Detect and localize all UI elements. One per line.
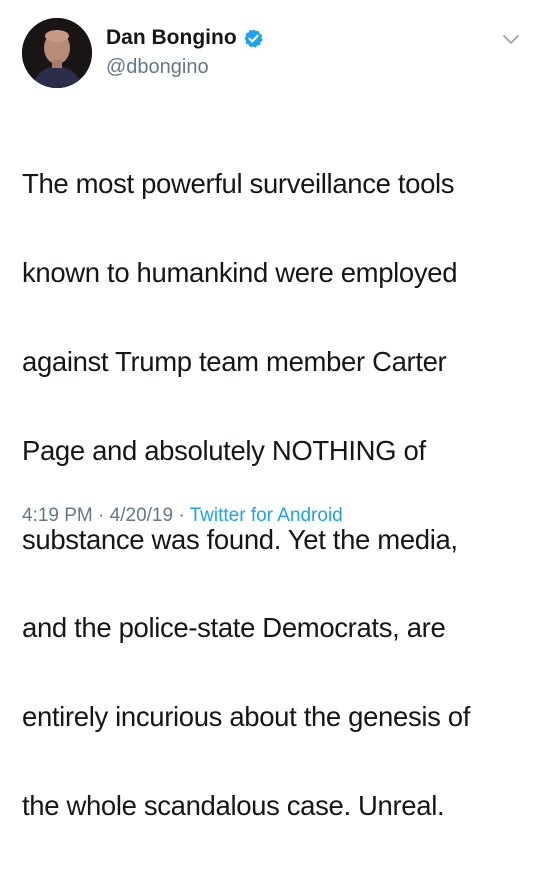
meta-separator: ·: [178, 505, 190, 526]
tweet-text: The most powerful surveillance tools kno…: [22, 118, 522, 873]
tweet-text-line: The most powerful surveillance tools: [22, 168, 455, 200]
tweet-card: Dan Bongino @dbongino The most powerful …: [0, 0, 540, 821]
chevron-down-icon[interactable]: [500, 28, 522, 50]
tweet-meta: 4:19 PM · 4/20/19 · Twitter for Android: [22, 505, 343, 527]
tweet-date[interactable]: 4/20/19: [110, 505, 173, 526]
author-handle[interactable]: @dbongino: [106, 56, 264, 79]
avatar-photo-icon: [22, 18, 92, 88]
author-names: Dan Bongino @dbongino: [106, 24, 264, 79]
tweet-text-line: the whole scandalous case. Unreal.: [22, 790, 445, 822]
display-name-row: Dan Bongino: [106, 24, 264, 52]
tweet-text-line: entirely incurious about the genesis of: [22, 701, 471, 733]
tweet-text-line: Page and absolutely NOTHING of: [22, 434, 426, 466]
tweet-source-link[interactable]: Twitter for Android: [190, 505, 343, 526]
tweet-text-line: against Trump team member Carter: [22, 346, 447, 378]
tweet-header: Dan Bongino @dbongino: [22, 18, 522, 90]
verified-badge-icon: [243, 28, 264, 49]
author-avatar[interactable]: [22, 18, 92, 88]
tweet-text-line: known to humankind were employed: [22, 257, 458, 289]
tweet-time[interactable]: 4:19 PM: [22, 505, 93, 526]
tweet-text-line: and the police-state Democrats, are: [22, 612, 446, 644]
meta-separator: ·: [98, 505, 110, 526]
author-display-name[interactable]: Dan Bongino: [106, 26, 237, 50]
